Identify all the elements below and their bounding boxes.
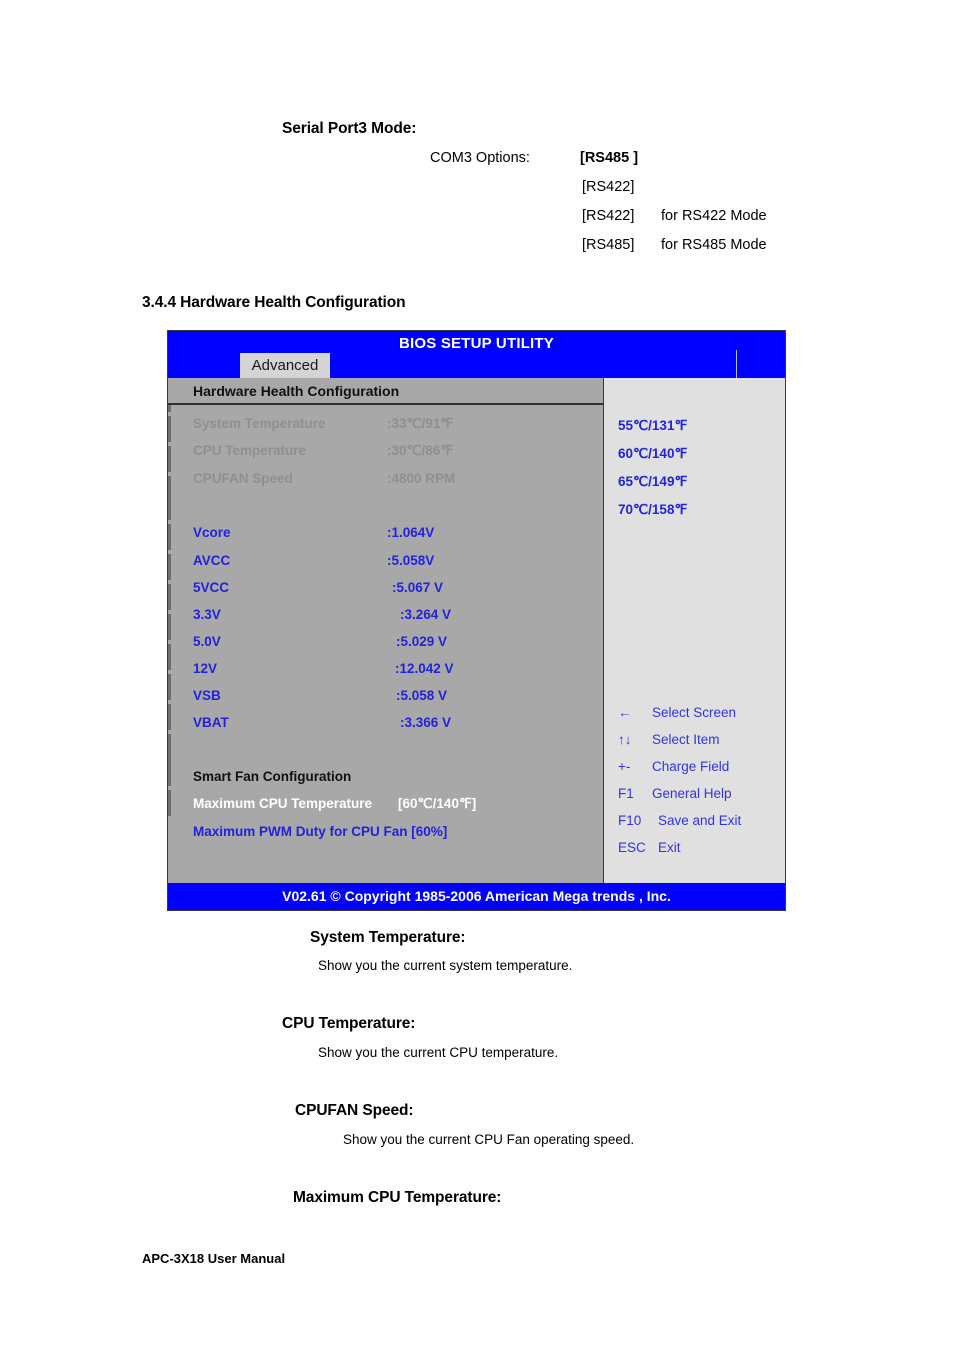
edge-artifact [168, 614, 171, 640]
row-value-5-0v: :5.029 V [396, 634, 448, 649]
row-label-system-temperature: System Temperature [193, 416, 326, 431]
help-exit: Exit [658, 840, 681, 855]
row-value-vsb: :5.058 V [396, 688, 448, 703]
bios-setup-screenshot: BIOS SETUP UTILITY Advanced Hardware Hea… [167, 330, 786, 911]
bios-section-header-label: Hardware Health Configuration [193, 383, 400, 399]
bios-main-panel: Hardware Health Configuration System Tem… [168, 378, 604, 883]
page-footer: APC-3X18 User Manual [142, 1251, 286, 1266]
edge-artifact [168, 584, 171, 610]
bios-section-header: Hardware Health Configuration [168, 378, 603, 405]
option-55c[interactable]: 55℃/131℉ [618, 418, 687, 434]
edge-artifact [168, 524, 171, 550]
com3-option-desc-3: for RS485 Mode [661, 237, 767, 253]
help-save-and-exit: Save and Exit [658, 813, 742, 828]
up-down-arrow-icon: ↑↓ [618, 732, 632, 747]
row-label-cpu-temperature: CPU Temperature [193, 443, 307, 458]
com3-option-value-3: [RS485] [582, 237, 635, 253]
row-label-vbat: VBAT [193, 715, 229, 730]
maximum-cpu-temperature-term: Maximum CPU Temperature: [293, 1189, 502, 1206]
row-value-12v: :12.042 V [395, 661, 454, 676]
bios-footer-bar: V02.61 © Copyright 1985-2006 American Me… [168, 883, 785, 910]
row-label-5-0v: 5.0V [193, 634, 221, 649]
edge-artifact [168, 790, 171, 816]
title-bar-divider [736, 350, 737, 378]
serial-port3-mode-heading: Serial Port3 Mode: [282, 120, 417, 137]
bios-title: BIOS SETUP UTILITY [398, 335, 554, 352]
bios-side-panel: 55℃/131℉ 60℃/140℉ 65℃/149℉ 70℃/158℉ ← Se… [604, 378, 785, 883]
help-select-item: Select Item [652, 732, 720, 747]
section-heading: 3.4.4 Hardware Health Configuration [142, 294, 406, 311]
cpu-temperature-description: Show you the current CPU temperature. [318, 1045, 559, 1060]
row-value-5vcc: :5.067 V [392, 580, 444, 595]
system-temperature-term: System Temperature: [310, 929, 466, 946]
key-f10: F10 [618, 813, 642, 828]
row-label-vcore: Vcore [193, 525, 231, 540]
com3-option-desc-2: for RS422 Mode [661, 208, 767, 224]
row-value-vbat: :3.366 V [400, 715, 452, 730]
row-label-cpufan-speed: CPUFAN Speed [193, 471, 293, 486]
cpufan-speed-term: CPUFAN Speed: [295, 1102, 414, 1119]
edge-artifact [168, 446, 171, 472]
option-65c[interactable]: 65℃/149℉ [618, 474, 687, 490]
row-label-avcc: AVCC [193, 553, 231, 568]
edge-artifact [168, 734, 171, 786]
row-value-3-3v: :3.264 V [400, 607, 452, 622]
edge-artifact [168, 416, 171, 442]
help-charge-field: Charge Field [652, 759, 730, 774]
row-label-maximum-cpu-temperature[interactable]: Maximum CPU Temperature [193, 796, 372, 811]
option-60c[interactable]: 60℃/140℉ [618, 446, 687, 462]
system-temperature-description: Show you the current system temperature. [318, 958, 573, 973]
bios-body: Hardware Health Configuration System Tem… [168, 378, 785, 883]
edge-artifact [168, 476, 171, 520]
row-label-vsb: VSB [193, 688, 221, 703]
com3-options-label: COM3 Options: [430, 150, 530, 166]
row-value-maximum-cpu-temperature[interactable]: [60℃/140℉] [398, 796, 476, 812]
com3-option-value-2: [RS422] [582, 208, 635, 224]
left-arrow-icon: ← [618, 705, 632, 720]
row-value-cpufan-speed: :4800 RPM [387, 471, 456, 486]
com3-option-value-1: [RS422] [582, 179, 635, 195]
option-70c[interactable]: 70℃/158℉ [618, 502, 687, 518]
row-value-system-temperature: :33℃/91℉ [387, 416, 454, 431]
row-label-5vcc: 5VCC [193, 580, 230, 595]
row-label-3-3v: 3.3V [193, 607, 221, 622]
smart-fan-configuration-header: Smart Fan Configuration [193, 769, 352, 784]
edge-artifact [168, 554, 171, 580]
com3-option-value-0: [RS485 ] [580, 150, 639, 166]
edge-artifact [168, 704, 171, 730]
row-value-vcore: :1.064V [387, 525, 435, 540]
bios-title-bar: BIOS SETUP UTILITY Advanced [168, 331, 785, 378]
key-esc: ESC [618, 840, 646, 855]
row-value-avcc: :5.058V [387, 553, 435, 568]
cpu-temperature-term: CPU Temperature: [282, 1015, 416, 1032]
plus-minus-icon: +- [618, 759, 631, 774]
cpufan-speed-description: Show you the current CPU Fan operating s… [343, 1132, 635, 1147]
tab-advanced[interactable]: Advanced [240, 353, 330, 378]
row-value-cpu-temperature: :30℃/86℉ [387, 443, 454, 458]
row-maximum-pwm-duty-for-cpu-fan[interactable]: Maximum PWM Duty for CPU Fan [60%] [193, 824, 447, 839]
help-select-screen: Select Screen [652, 705, 737, 720]
row-label-12v: 12V [193, 661, 218, 676]
edge-artifact [168, 674, 171, 700]
key-f1: F1 [618, 786, 634, 801]
help-general-help: General Help [652, 786, 732, 801]
edge-artifact [168, 644, 171, 670]
